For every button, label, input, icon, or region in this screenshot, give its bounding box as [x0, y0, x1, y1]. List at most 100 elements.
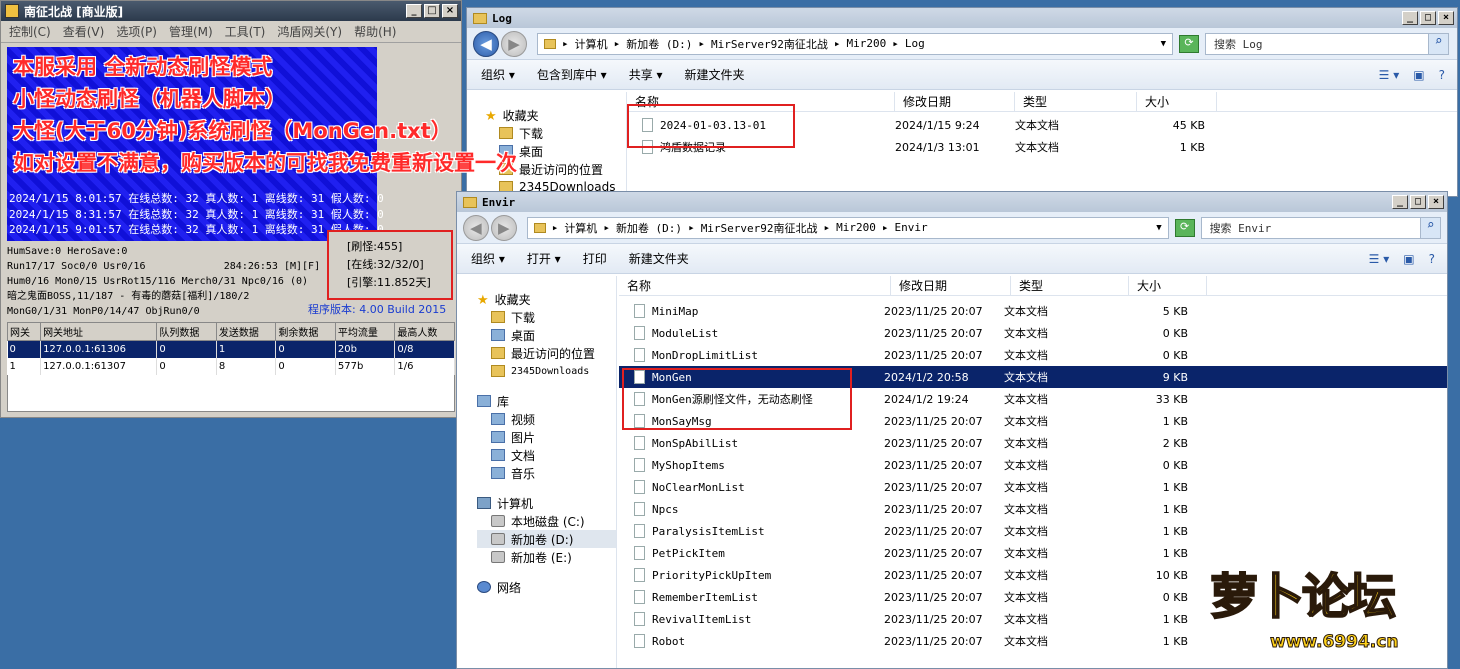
file-row[interactable]: NoClearMonList 2023/11/25 20:07 文本文档 1 KB [619, 476, 1447, 498]
search-icon[interactable]: ⌕ [1420, 217, 1440, 238]
col-size[interactable]: 大小 [1137, 92, 1217, 112]
preview-pane-icon[interactable]: ▣ [1413, 68, 1424, 82]
col-header[interactable]: 队列数据 [156, 322, 217, 341]
nav-desktop[interactable]: 桌面 [477, 326, 616, 344]
file-row[interactable]: Npcs 2023/11/25 20:07 文本文档 1 KB [619, 498, 1447, 520]
menu-manage[interactable]: 管理(M) [169, 23, 213, 40]
nav-drive-c[interactable]: 本地磁盘 (C:) [477, 512, 616, 530]
view-options-icon[interactable]: ☰ ▾ [1369, 252, 1390, 266]
maximize-button[interactable]: □ [1420, 11, 1436, 25]
new-folder-button[interactable]: 新建文件夹 [685, 66, 745, 83]
crumb[interactable]: Envir [895, 221, 928, 234]
new-folder-button[interactable]: 新建文件夹 [629, 250, 689, 267]
nav-documents[interactable]: 文档 [477, 446, 616, 464]
menu-control[interactable]: 控制(C) [9, 23, 51, 40]
search-input[interactable]: 搜索 Log ⌕ [1205, 32, 1449, 55]
nav-pictures[interactable]: 图片 [477, 428, 616, 446]
crumb[interactable]: MirServer92南征北战 [711, 36, 828, 52]
close-button[interactable]: × [1438, 11, 1454, 25]
table-row[interactable]: 0 127.0.0.1:61306 0 1 0 20b 0/8 [7, 340, 455, 358]
nav-computer[interactable]: 计算机 [477, 494, 616, 512]
text-file-icon [634, 546, 645, 560]
nav-recent[interactable]: 最近访问的位置 [477, 344, 616, 362]
col-header[interactable]: 平均流量 [334, 322, 396, 341]
file-row[interactable]: MonGen 2024/1/2 20:58 文本文档 9 KB [619, 366, 1447, 388]
col-name[interactable]: 名称 [627, 92, 895, 112]
help-icon[interactable]: ? [1429, 252, 1435, 266]
crumb[interactable]: Mir200 [836, 221, 876, 234]
nav-videos[interactable]: 视频 [477, 410, 616, 428]
nav-drive-e[interactable]: 新加卷 (E:) [477, 548, 616, 566]
file-row[interactable]: 2024-01-03.13-01 2024/1/15 9:24 文本文档 45 … [627, 114, 1457, 136]
crumb[interactable]: 新加卷 (D:) [616, 220, 682, 236]
view-options-icon[interactable]: ☰ ▾ [1379, 68, 1400, 82]
maximize-button[interactable]: □ [424, 4, 440, 18]
print-button[interactable]: 打印 [583, 250, 607, 267]
col-type[interactable]: 类型 [1015, 92, 1137, 112]
file-row[interactable]: MonSpAbilList 2023/11/25 20:07 文本文档 2 KB [619, 432, 1447, 454]
col-type[interactable]: 类型 [1011, 276, 1129, 296]
file-row[interactable]: MonSayMsg 2023/11/25 20:07 文本文档 1 KB [619, 410, 1447, 432]
file-size: 2 KB [1162, 436, 1188, 450]
menu-view[interactable]: 查看(V) [63, 23, 105, 40]
col-date[interactable]: 修改日期 [891, 276, 1011, 296]
file-row[interactable]: PetPickItem 2023/11/25 20:07 文本文档 1 KB [619, 542, 1447, 564]
file-row[interactable]: MyShopItems 2023/11/25 20:07 文本文档 0 KB [619, 454, 1447, 476]
menu-gateway[interactable]: 鸿盾网关(Y) [277, 23, 342, 40]
address-bar[interactable]: ▸ 计算机 ▸ 新加卷 (D:) ▸ MirServer92南征北战 ▸ Mir200 … [526, 216, 1169, 239]
crumb[interactable]: Mir200 [846, 37, 886, 50]
file-row[interactable]: MiniMap 2023/11/25 20:07 文本文档 5 KB [619, 300, 1447, 322]
nav-drive-d[interactable]: 新加卷 (D:) [477, 530, 616, 548]
nav-favorites[interactable]: ★ 收藏夹 [477, 290, 616, 309]
search-icon[interactable]: ⌕ [1428, 33, 1448, 54]
col-header[interactable]: 发送数据 [215, 322, 277, 341]
minimize-button[interactable]: _ [406, 4, 422, 18]
nav-downloads[interactable]: 下载 [477, 308, 616, 326]
search-input[interactable]: 搜索 Envir ⌕ [1200, 216, 1441, 239]
col-header[interactable]: 最高人数 [394, 322, 455, 341]
menu-tools[interactable]: 工具(T) [225, 23, 266, 40]
version-label: 程序版本: 4.00 Build 2015 [308, 303, 447, 316]
crumb[interactable]: 计算机 [575, 36, 608, 52]
file-type: 文本文档 [1015, 141, 1059, 154]
organize-button[interactable]: 组织 ▾ [471, 250, 505, 267]
col-name[interactable]: 名称 [619, 276, 891, 296]
close-button[interactable]: × [442, 4, 458, 18]
maximize-button[interactable]: □ [1410, 195, 1426, 209]
menu-help[interactable]: 帮助(H) [354, 23, 396, 40]
col-header[interactable]: 网关地址 [40, 322, 158, 341]
crumb[interactable]: Log [905, 37, 925, 50]
close-button[interactable]: × [1428, 195, 1444, 209]
nav-2345downloads[interactable]: 2345Downloads [477, 362, 616, 380]
crumb[interactable]: 计算机 [564, 220, 597, 236]
preview-pane-icon[interactable]: ▣ [1403, 252, 1414, 266]
chevron-down-icon[interactable]: ▼ [1161, 39, 1166, 49]
col-header[interactable]: 网关 [6, 322, 42, 341]
file-row[interactable]: ParalysisItemList 2023/11/25 20:07 文本文档 1 K… [619, 520, 1447, 542]
menu-options[interactable]: 选项(P) [116, 23, 157, 40]
file-row[interactable]: MonDropLimitList 2023/11/25 20:07 文本文档 0 KB [619, 344, 1447, 366]
col-size[interactable]: 大小 [1129, 276, 1207, 296]
file-row[interactable]: ModuleList 2023/11/25 20:07 文本文档 0 KB [619, 322, 1447, 344]
back-button[interactable]: ◀ [463, 214, 489, 241]
file-row[interactable]: MonGen源刷怪文件，无动态刷怪 2024/1/2 19:24 文本文档 33 KB [619, 388, 1447, 410]
minimize-button[interactable]: _ [1392, 195, 1408, 209]
col-date[interactable]: 修改日期 [895, 92, 1015, 112]
refresh-button[interactable]: ⟳ [1174, 218, 1195, 237]
crumb[interactable]: 新加卷 (D:) [626, 36, 692, 52]
refresh-button[interactable]: ⟳ [1179, 34, 1199, 53]
forward-button[interactable]: ▶ [490, 214, 517, 241]
chevron-down-icon[interactable]: ▼ [1156, 223, 1161, 233]
file-date: 2024/1/2 19:24 [884, 392, 969, 406]
crumb[interactable]: MirServer92南征北战 [701, 220, 818, 236]
server-menubar: 控制(C) 查看(V) 选项(P) 管理(M) 工具(T) 鸿盾网关(Y) 帮助… [1, 21, 461, 43]
nav-network[interactable]: 网络 [477, 578, 616, 596]
nav-libraries[interactable]: 库 [477, 392, 616, 410]
col-header[interactable]: 剩余数据 [275, 322, 336, 341]
minimize-button[interactable]: _ [1402, 11, 1418, 25]
help-icon[interactable]: ? [1439, 68, 1445, 82]
open-button[interactable]: 打开 ▾ [527, 250, 561, 267]
nav-music[interactable]: 音乐 [477, 464, 616, 482]
table-row[interactable]: 1 127.0.0.1:61307 0 8 0 577b 1/6 [7, 357, 455, 375]
file-row[interactable]: 鸿盾数据记录 2024/1/3 13:01 文本文档 1 KB [627, 136, 1457, 158]
